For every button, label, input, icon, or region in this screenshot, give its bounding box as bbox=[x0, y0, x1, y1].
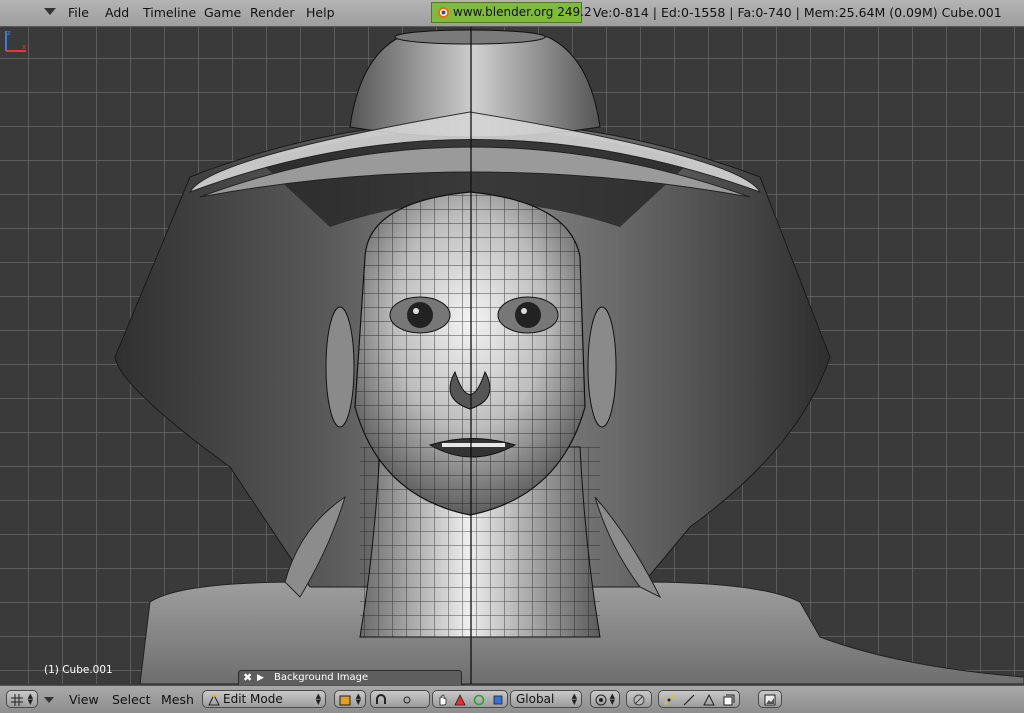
orientation-value: Global bbox=[516, 692, 555, 706]
face-select-icon[interactable] bbox=[703, 694, 715, 706]
shading-pivot-group[interactable] bbox=[370, 690, 430, 708]
render-icon bbox=[764, 694, 776, 706]
updown-arrows-icon: ▲ ▼ bbox=[609, 692, 615, 706]
menu-help[interactable]: Help bbox=[306, 0, 335, 26]
version-badge[interactable]: www.blender.org 249.2 bbox=[431, 2, 592, 23]
axis-gizmo-icon: z x bbox=[5, 29, 26, 52]
edge-select-icon[interactable] bbox=[683, 694, 695, 706]
version-text: www.blender.org 249.2 bbox=[453, 5, 592, 19]
menu-game[interactable]: Game bbox=[204, 0, 241, 26]
proportional-edit-icon bbox=[595, 694, 607, 706]
manipulator-group[interactable] bbox=[432, 690, 508, 708]
svg-text:z: z bbox=[7, 29, 11, 37]
menu-timeline[interactable]: Timeline bbox=[143, 0, 196, 26]
manipulator-scale-icon[interactable] bbox=[492, 694, 504, 706]
manipulator-translate-icon[interactable] bbox=[454, 694, 466, 706]
shading-icon bbox=[376, 694, 386, 704]
snap-button[interactable] bbox=[626, 690, 652, 708]
menu-file[interactable]: File bbox=[68, 0, 89, 26]
draw-type-button[interactable]: ▲ ▼ bbox=[334, 690, 366, 708]
proportional-edit-button[interactable]: ▲ ▼ bbox=[590, 690, 620, 708]
3d-viewport[interactable]: z x (1) Cube.001 bbox=[0, 27, 1024, 684]
draw-type-icon bbox=[339, 695, 351, 706]
manipulator-rotate-icon[interactable] bbox=[473, 694, 485, 706]
scene-stats: Ve:0-814 | Ed:0-1558 | Fa:0-740 | Mem:25… bbox=[593, 5, 1002, 20]
mode-value: Edit Mode bbox=[223, 692, 283, 706]
edit-mode-icon bbox=[208, 694, 220, 706]
play-icon[interactable]: ▶ bbox=[257, 671, 264, 685]
render-button[interactable] bbox=[758, 690, 782, 708]
occlude-icon[interactable] bbox=[723, 694, 735, 706]
updown-arrows-icon: ▲ ▼ bbox=[315, 692, 321, 706]
vertex-select-icon[interactable] bbox=[663, 694, 675, 706]
header-collapse-icon[interactable] bbox=[44, 697, 54, 703]
svg-text:x: x bbox=[22, 43, 26, 51]
blender-logo-icon bbox=[438, 7, 449, 18]
orientation-select[interactable]: Global ▲ ▼ bbox=[510, 690, 582, 708]
menu-collapse-icon[interactable] bbox=[44, 8, 56, 15]
mode-select[interactable]: Edit Mode ▲ ▼ bbox=[202, 690, 326, 708]
updown-arrows-icon: ▲ ▼ bbox=[355, 692, 361, 706]
editor-type-button[interactable]: ▲ ▼ bbox=[6, 690, 38, 708]
info-header: File Add Timeline Game Render Help www.b… bbox=[0, 0, 1024, 27]
menu-add[interactable]: Add bbox=[105, 0, 129, 26]
object-label: (1) Cube.001 bbox=[44, 664, 113, 676]
menu-select[interactable]: Select bbox=[112, 686, 151, 713]
pivot-icon bbox=[403, 696, 411, 704]
background-image-label: Background Image bbox=[274, 672, 369, 683]
menu-mesh[interactable]: Mesh bbox=[161, 686, 194, 713]
updown-arrows-icon: ▲ ▼ bbox=[571, 692, 577, 706]
mesh-render bbox=[114, 27, 1024, 684]
editor-type-icon bbox=[11, 694, 23, 706]
snap-icon bbox=[633, 694, 645, 706]
3d-view-header: ▲ ▼ View Select Mesh Edit Mode ▲ ▼ ▲ ▼ G… bbox=[0, 685, 1024, 713]
menu-render[interactable]: Render bbox=[250, 0, 295, 26]
updown-arrows-icon: ▲ ▼ bbox=[27, 692, 33, 706]
select-mode-group[interactable] bbox=[658, 690, 740, 708]
hand-cursor-icon[interactable] bbox=[436, 694, 448, 706]
close-icon[interactable]: ✖ bbox=[243, 671, 252, 685]
menu-view[interactable]: View bbox=[69, 686, 99, 713]
